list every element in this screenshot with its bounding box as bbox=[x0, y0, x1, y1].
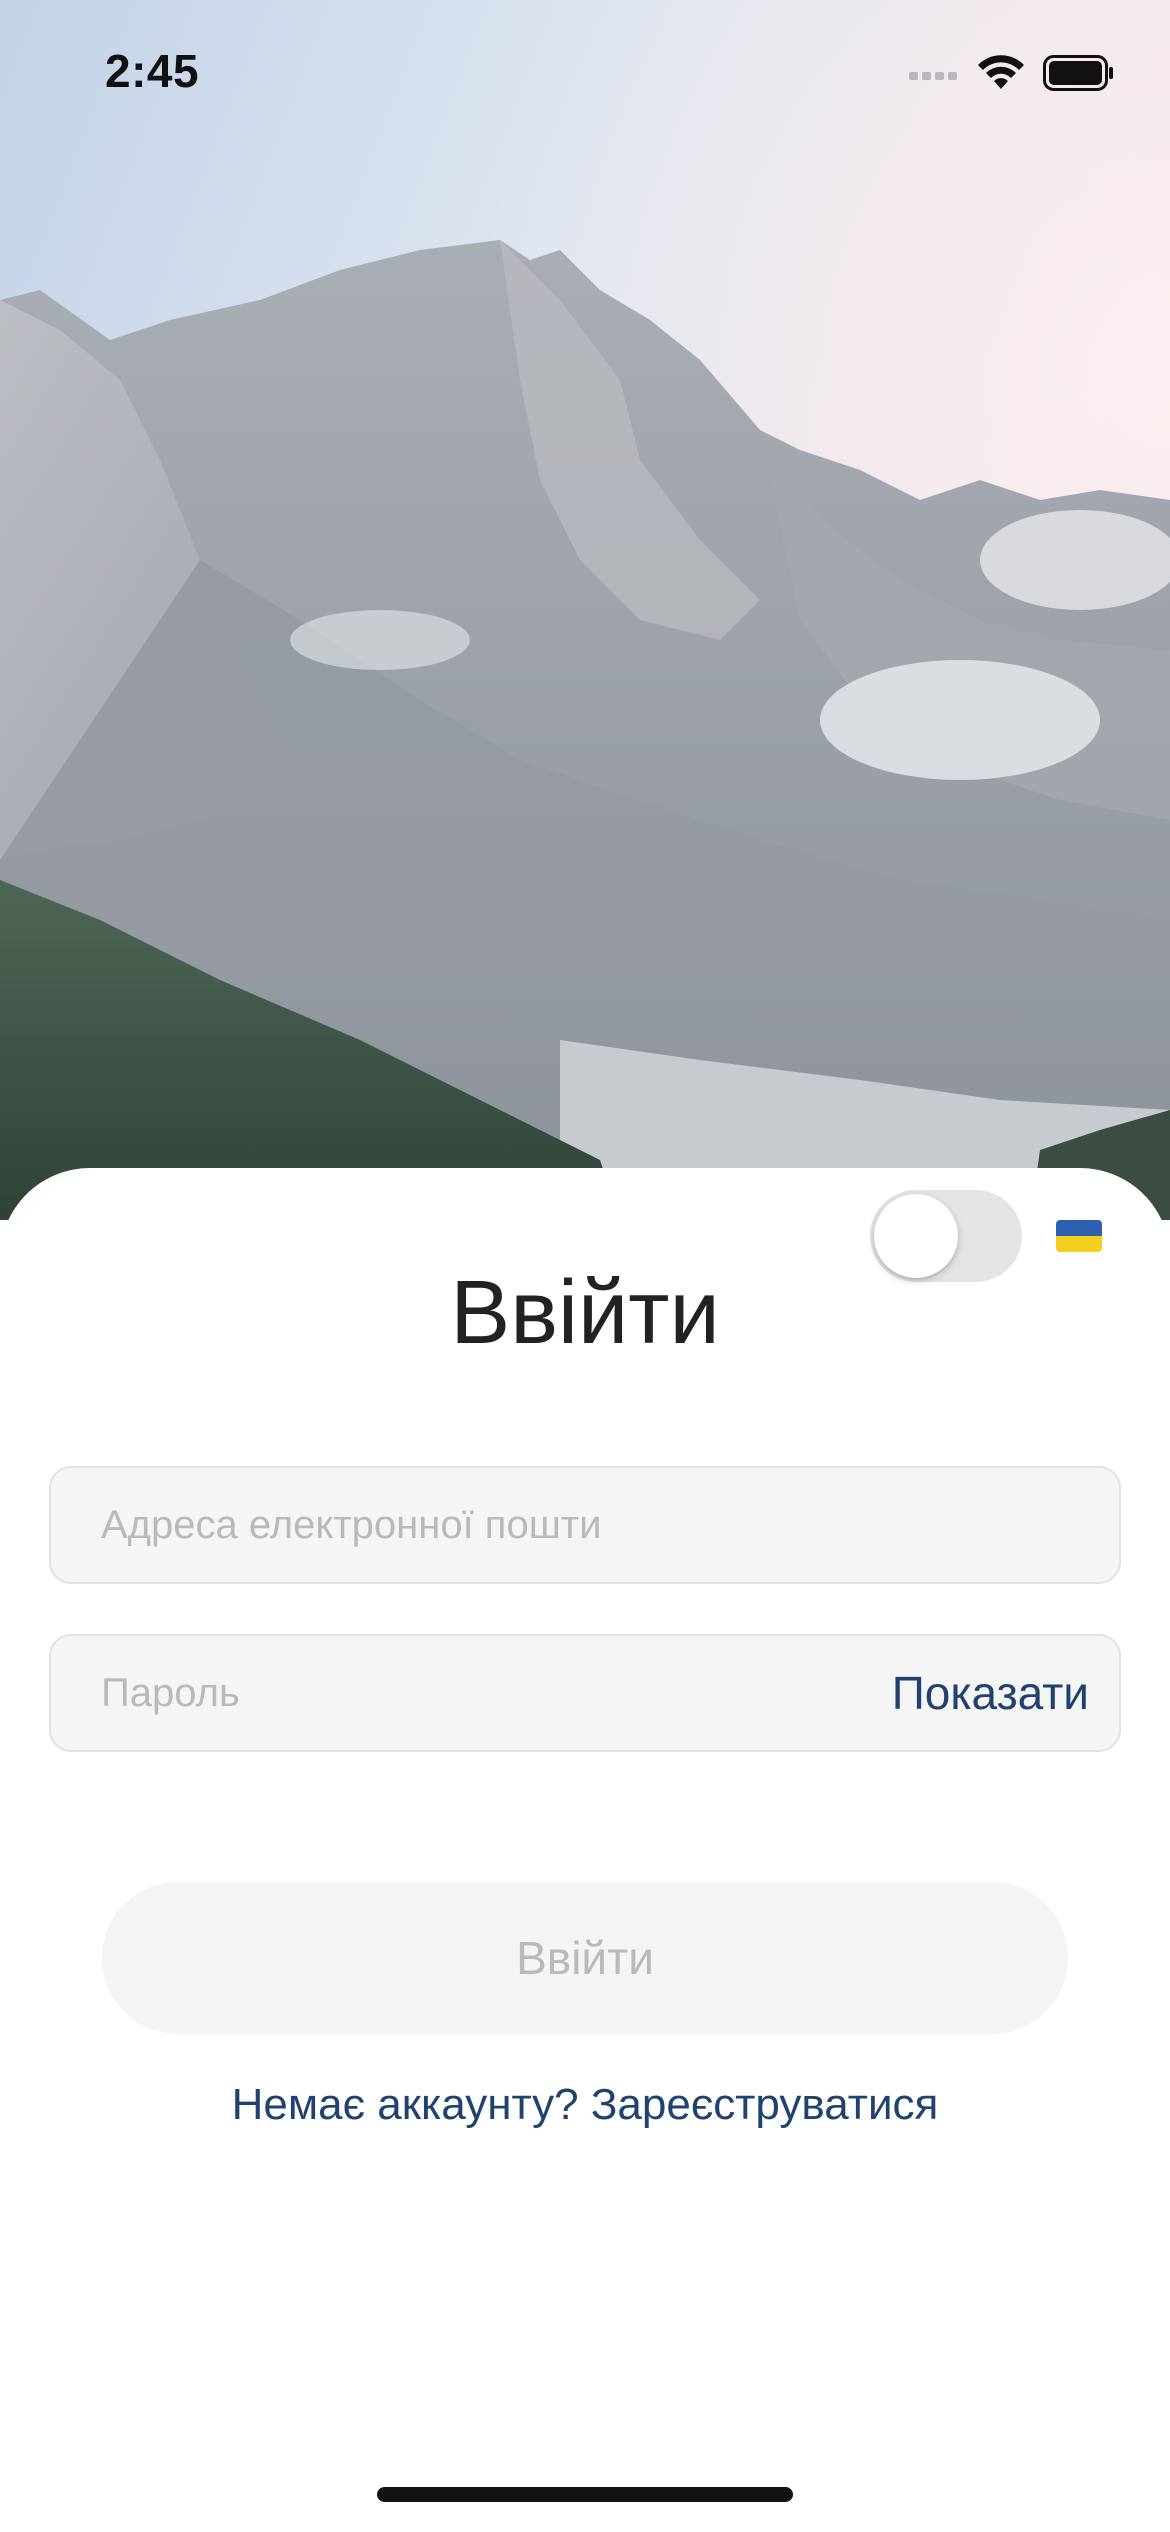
signup-link[interactable]: Немає аккаунту? Зареєструватися bbox=[0, 2080, 1170, 2130]
home-indicator bbox=[377, 2487, 793, 2502]
show-password-button[interactable]: Показати bbox=[892, 1636, 1089, 1750]
email-field-container bbox=[49, 1466, 1121, 1584]
battery-icon bbox=[1043, 54, 1115, 96]
email-input[interactable] bbox=[101, 1468, 861, 1582]
ukraine-flag-icon bbox=[1056, 1220, 1102, 1252]
mountain-landscape-image bbox=[0, 0, 1170, 1220]
login-sheet bbox=[0, 1168, 1170, 2532]
status-icons bbox=[909, 50, 1115, 100]
password-field-container: Показати bbox=[49, 1634, 1121, 1752]
status-bar: 2:45 bbox=[0, 0, 1170, 140]
wifi-icon bbox=[977, 54, 1025, 96]
page-title: Ввійти bbox=[450, 1263, 720, 1363]
status-time: 2:45 bbox=[105, 45, 200, 97]
cellular-signal-icon bbox=[909, 66, 959, 85]
login-button[interactable]: Ввійти bbox=[102, 1882, 1068, 2034]
password-input[interactable] bbox=[101, 1636, 861, 1750]
login-screen: 2:45 Ввійти Адреса електронної пошти Пок… bbox=[0, 0, 1170, 2532]
